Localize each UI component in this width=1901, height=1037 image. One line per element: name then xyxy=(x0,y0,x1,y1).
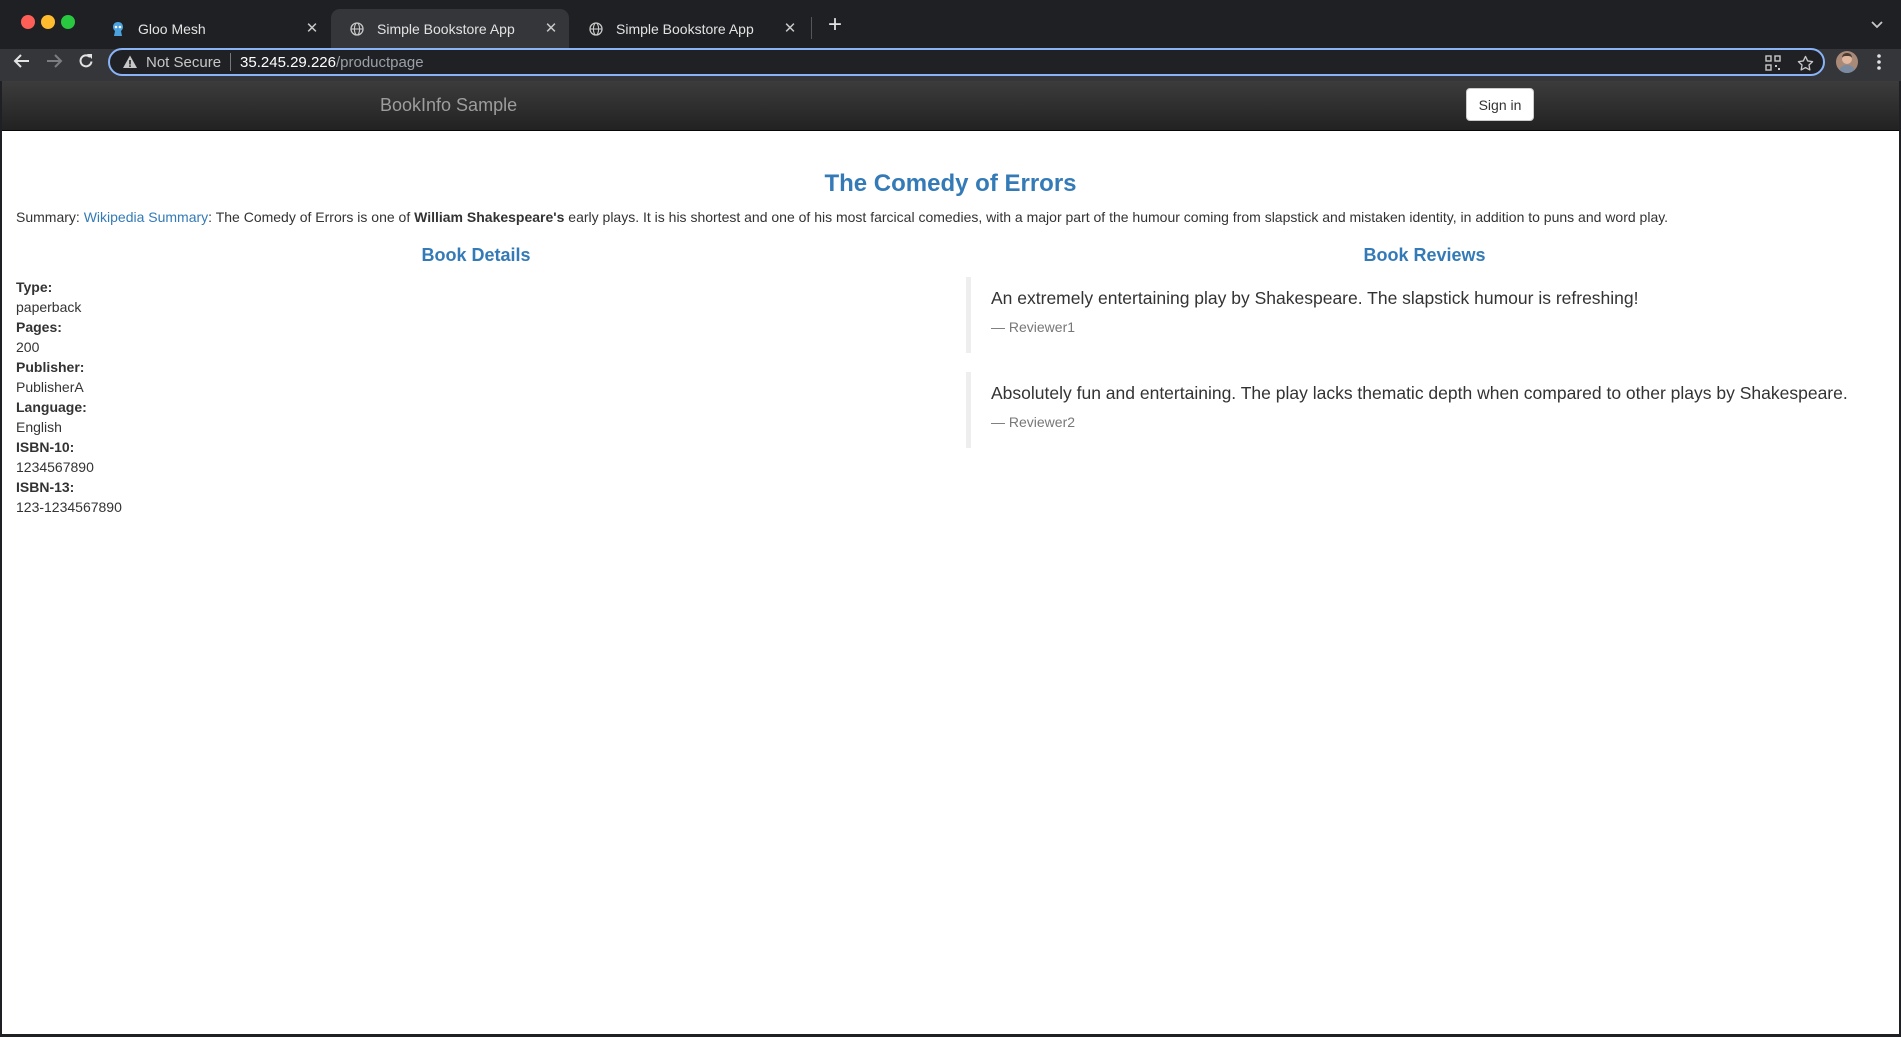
tab-title: Simple Bookstore App xyxy=(616,21,754,37)
review-author: — Reviewer1 xyxy=(991,319,1076,335)
close-tab-icon[interactable]: ✕ xyxy=(543,21,559,37)
minimize-window-button[interactable] xyxy=(41,15,55,29)
detail-value-isbn13: 123-1234567890 xyxy=(16,499,122,515)
browser-titlebar: Gloo Mesh ✕ Simple Bookstore App ✕ Simpl… xyxy=(0,0,1901,49)
page-viewport: BookInfo Sample Sign in The Comedy of Er… xyxy=(2,81,1899,1034)
detail-label-type: Type: xyxy=(16,279,53,295)
tab-search-chevron-icon[interactable] xyxy=(1867,14,1887,34)
detail-label-isbn10: ISBN-10: xyxy=(16,439,75,455)
back-arrow-icon[interactable] xyxy=(10,49,34,73)
browser-menu-icon[interactable] xyxy=(1871,52,1887,72)
new-tab-button[interactable]: + xyxy=(822,13,848,39)
navbar-brand[interactable]: BookInfo Sample xyxy=(380,95,517,116)
address-bar[interactable]: Not Secure 35.245.29.226/productpage xyxy=(108,48,1825,76)
summary-text-after: early plays. It is his shortest and one … xyxy=(564,209,1669,225)
globe-icon xyxy=(349,21,365,37)
detail-label-isbn13: ISBN-13: xyxy=(16,479,75,495)
tab-simple-bookstore-active[interactable]: Simple Bookstore App ✕ xyxy=(331,9,569,49)
url-host: 35.245.29.226 xyxy=(240,53,336,71)
tab-title: Simple Bookstore App xyxy=(377,21,515,37)
book-title: The Comedy of Errors xyxy=(824,170,1077,197)
app-navbar: BookInfo Sample Sign in xyxy=(2,81,1899,131)
detail-value-publisher: PublisherA xyxy=(16,379,84,395)
book-details-list: Type: paperback Pages: 200 Publisher: Pu… xyxy=(16,277,122,517)
close-tab-icon[interactable]: ✕ xyxy=(304,21,320,37)
book-details-heading: Book Details xyxy=(421,245,531,265)
security-label[interactable]: Not Secure xyxy=(146,54,221,71)
detail-value-language: English xyxy=(16,419,62,435)
wikipedia-summary-link[interactable]: Wikipedia Summary xyxy=(84,209,208,225)
review-text: An extremely entertaining play by Shakes… xyxy=(991,288,1639,308)
review-author: — Reviewer2 xyxy=(991,414,1076,430)
close-tab-icon[interactable]: ✕ xyxy=(782,21,798,37)
summary-text-before: : The Comedy of Errors is one of xyxy=(208,209,415,225)
gloo-mesh-favicon xyxy=(110,21,126,37)
tab-separator xyxy=(811,17,812,39)
tab-title: Gloo Mesh xyxy=(138,21,206,37)
review-card: An extremely entertaining play by Shakes… xyxy=(966,277,1886,353)
reload-icon[interactable] xyxy=(74,49,98,73)
bookmark-star-icon[interactable] xyxy=(1797,55,1815,73)
close-window-button[interactable] xyxy=(21,15,35,29)
detail-label-publisher: Publisher: xyxy=(16,359,85,375)
review-text: Absolutely fun and entertaining. The pla… xyxy=(991,383,1848,403)
globe-icon xyxy=(588,21,604,37)
warning-triangle-icon[interactable] xyxy=(122,54,138,70)
detail-label-language: Language: xyxy=(16,399,87,415)
detail-label-pages: Pages: xyxy=(16,319,62,335)
review-card: Absolutely fun and entertaining. The pla… xyxy=(966,372,1886,448)
detail-value-pages: 200 xyxy=(16,339,40,355)
profile-avatar[interactable] xyxy=(1836,51,1858,73)
tab-simple-bookstore[interactable]: Simple Bookstore App ✕ xyxy=(570,9,808,49)
sign-in-button[interactable]: Sign in xyxy=(1466,88,1534,121)
summary-author: William Shakespeare's xyxy=(414,209,565,225)
url-path: /productpage xyxy=(335,53,424,71)
book-reviews-heading: Book Reviews xyxy=(1363,245,1486,265)
qr-code-icon[interactable] xyxy=(1765,55,1783,73)
detail-value-isbn10: 1234567890 xyxy=(16,459,94,475)
address-divider xyxy=(230,53,232,71)
forward-arrow-icon[interactable] xyxy=(42,49,66,73)
maximize-window-button[interactable] xyxy=(61,15,75,29)
summary-label: Summary: xyxy=(16,209,80,225)
detail-value-type: paperback xyxy=(16,299,82,315)
book-summary: Summary: Wikipedia Summary: The Comedy o… xyxy=(16,209,1668,225)
tab-gloo-mesh[interactable]: Gloo Mesh ✕ xyxy=(92,9,330,49)
